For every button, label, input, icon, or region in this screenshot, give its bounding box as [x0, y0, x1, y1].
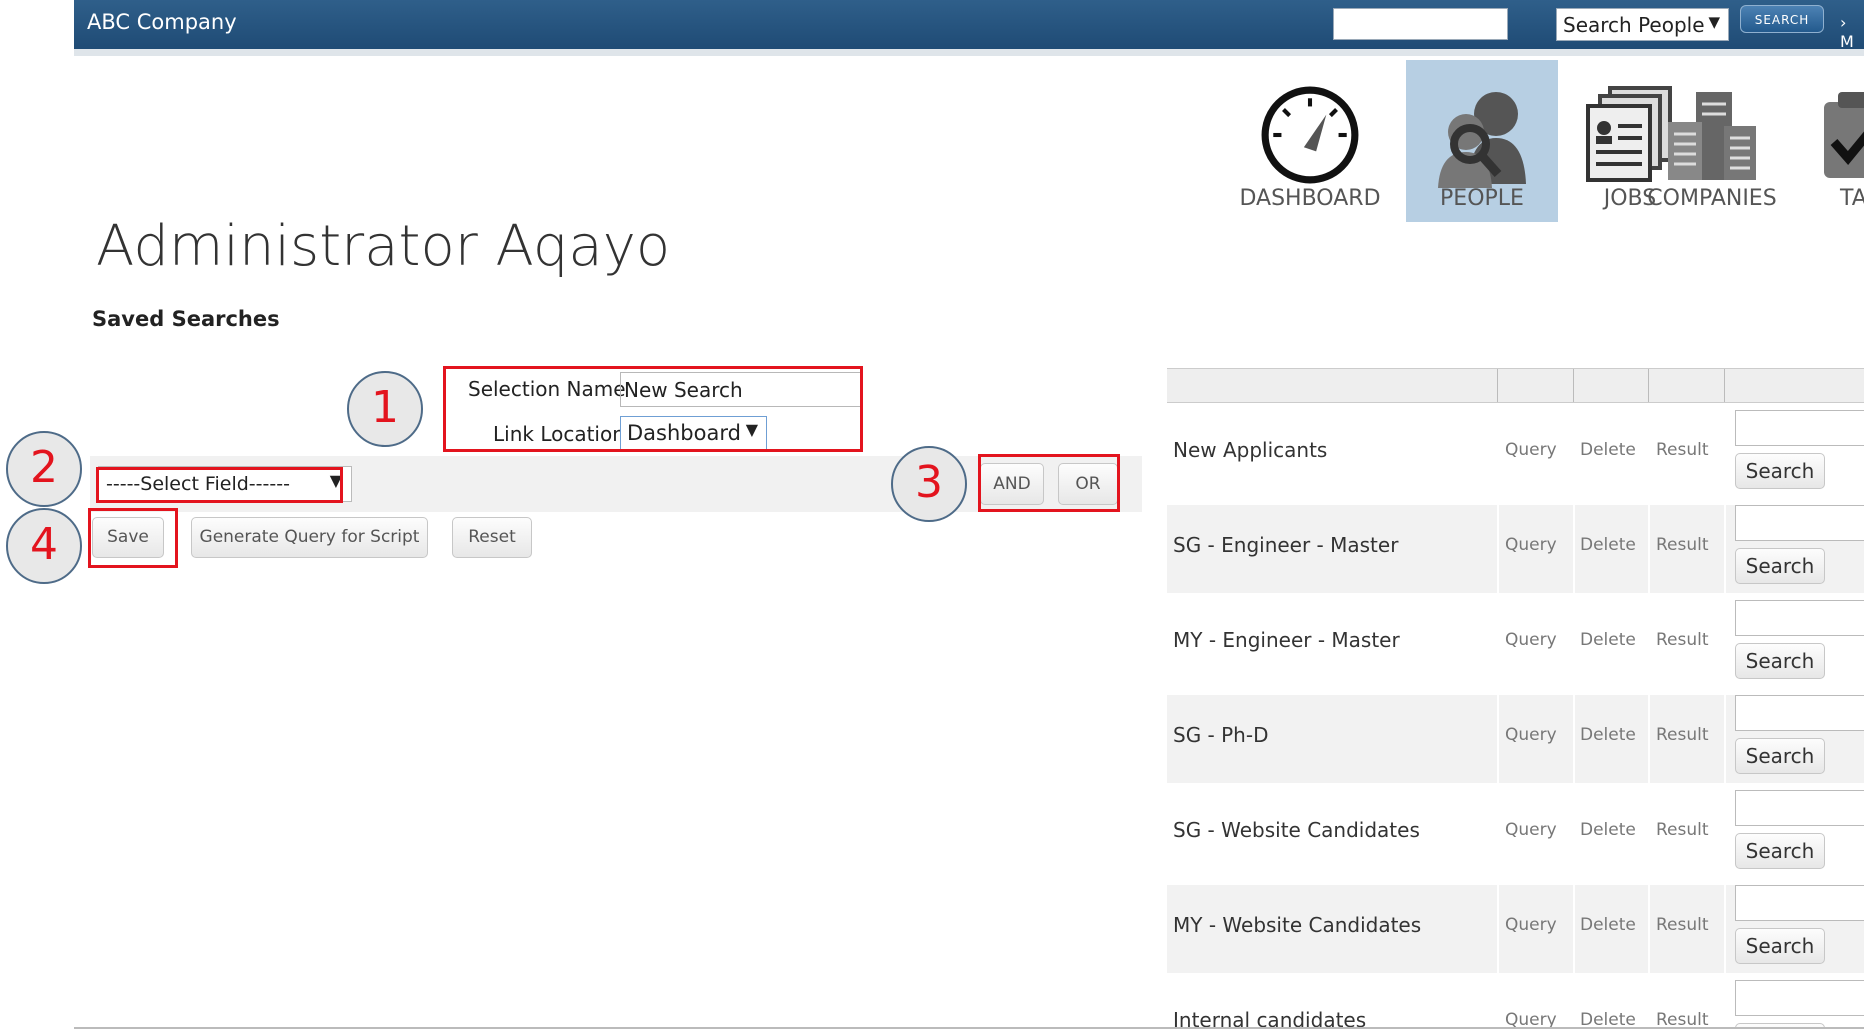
delete-link[interactable]: Delete	[1580, 820, 1636, 840]
nav-people[interactable]: PEOPLE	[1406, 60, 1558, 222]
saved-search-row: New Applicants Query Delete Result Search	[1167, 410, 1864, 498]
saved-search-name: SG - Website Candidates	[1173, 818, 1420, 842]
saved-search-name: Internal candidates	[1173, 1008, 1367, 1027]
saved-search-row: MY - Engineer - Master Query Delete Result S…	[1167, 600, 1864, 688]
delete-link[interactable]: Delete	[1580, 440, 1636, 460]
result-link[interactable]: Result	[1656, 630, 1709, 650]
more-menu-link[interactable]: › M	[1840, 13, 1864, 51]
annotation-marker-3: 3	[891, 446, 967, 522]
saved-search-name: New Applicants	[1173, 438, 1328, 462]
search-button[interactable]: Search	[1735, 928, 1825, 964]
annotation-box-1	[443, 366, 863, 452]
nav-companies[interactable]: COMPANIES	[1646, 60, 1778, 222]
delete-link[interactable]: Delete	[1580, 725, 1636, 745]
result-link[interactable]: Result	[1656, 535, 1709, 555]
saved-search-name: SG - Engineer - Master	[1173, 533, 1399, 557]
tasks-clipboard-icon	[1824, 92, 1864, 178]
result-link[interactable]: Result	[1656, 725, 1709, 745]
generate-query-button[interactable]: Generate Query for Script	[191, 517, 428, 558]
result-link[interactable]: Result	[1656, 820, 1709, 840]
search-scope-value: Search People	[1563, 13, 1705, 37]
annotation-box-3	[978, 454, 1120, 512]
dashboard-gauge-icon	[1261, 86, 1359, 184]
annotation-marker-1: 1	[347, 371, 423, 447]
delete-link[interactable]: Delete	[1580, 915, 1636, 935]
annotation-marker-2: 2	[6, 431, 82, 507]
section-heading: Saved Searches	[92, 307, 280, 331]
annotation-box-4	[88, 508, 178, 568]
result-input[interactable]	[1735, 410, 1864, 446]
query-link[interactable]: Query	[1505, 1010, 1557, 1027]
search-button[interactable]: Search	[1735, 548, 1825, 584]
result-input[interactable]	[1735, 790, 1864, 826]
search-button[interactable]: Search	[1735, 738, 1825, 774]
result-input[interactable]	[1735, 600, 1864, 636]
result-link[interactable]: Result	[1656, 440, 1709, 460]
delete-link[interactable]: Delete	[1580, 630, 1636, 650]
result-input[interactable]	[1735, 695, 1864, 731]
delete-link[interactable]: Delete	[1580, 535, 1636, 555]
query-link[interactable]: Query	[1505, 440, 1557, 460]
nav-label: PEOPLE	[1440, 186, 1524, 211]
saved-search-name: MY - Engineer - Master	[1173, 628, 1400, 652]
delete-link[interactable]: Delete	[1580, 1010, 1636, 1027]
saved-search-row: SG - Engineer - Master Query Delete Result S…	[1167, 505, 1864, 593]
reset-button[interactable]: Reset	[452, 517, 532, 558]
query-link[interactable]: Query	[1505, 820, 1557, 840]
table-header	[1167, 368, 1864, 403]
result-input[interactable]	[1735, 885, 1864, 921]
page-bottom-border	[74, 1027, 1864, 1029]
annotation-marker-4: 4	[6, 508, 82, 584]
search-scope-select[interactable]: Search People ▼	[1556, 8, 1729, 41]
saved-search-name: SG - Ph-D	[1173, 723, 1269, 747]
search-button[interactable]: Search	[1735, 643, 1825, 679]
result-input[interactable]	[1735, 980, 1864, 1016]
companies-buildings-icon	[1668, 92, 1756, 180]
saved-search-row: SG - Ph-D Query Delete Result Search	[1167, 695, 1864, 783]
saved-search-row: SG - Website Candidates Query Delete Result…	[1167, 790, 1864, 878]
query-link[interactable]: Query	[1505, 915, 1557, 935]
chevron-down-icon: ▼	[1708, 13, 1720, 31]
saved-search-row: Internal candidatesQueryDeleteResultSear…	[1167, 980, 1864, 1027]
search-button[interactable]: Search	[1735, 833, 1825, 869]
page-title: Administrator Aqayo	[96, 214, 671, 279]
saved-search-row: MY - Website Candidates Query Delete Result…	[1167, 885, 1864, 973]
search-button[interactable]: Search	[1735, 453, 1825, 489]
brand-name: ABC Company	[87, 10, 237, 34]
result-link[interactable]: Result	[1656, 915, 1709, 935]
saved-search-name: MY - Website Candidates	[1173, 913, 1422, 937]
nav-dashboard[interactable]: DASHBOARD	[1238, 60, 1382, 222]
result-input[interactable]	[1735, 505, 1864, 541]
top-bar-divider	[74, 49, 1864, 56]
query-link[interactable]: Query	[1505, 535, 1557, 555]
global-search-button[interactable]: SEARCH	[1740, 5, 1824, 33]
query-link[interactable]: Query	[1505, 630, 1557, 650]
result-link[interactable]: Result	[1656, 1010, 1709, 1027]
annotation-box-2	[96, 467, 343, 503]
nav-tasks[interactable]: TA	[1820, 60, 1864, 222]
nav-label: TA	[1840, 186, 1864, 211]
nav-label: DASHBOARD	[1239, 186, 1381, 211]
nav-label: COMPANIES	[1647, 186, 1777, 211]
global-search-input[interactable]	[1333, 8, 1508, 40]
query-link[interactable]: Query	[1505, 725, 1557, 745]
people-search-icon	[1438, 92, 1526, 188]
